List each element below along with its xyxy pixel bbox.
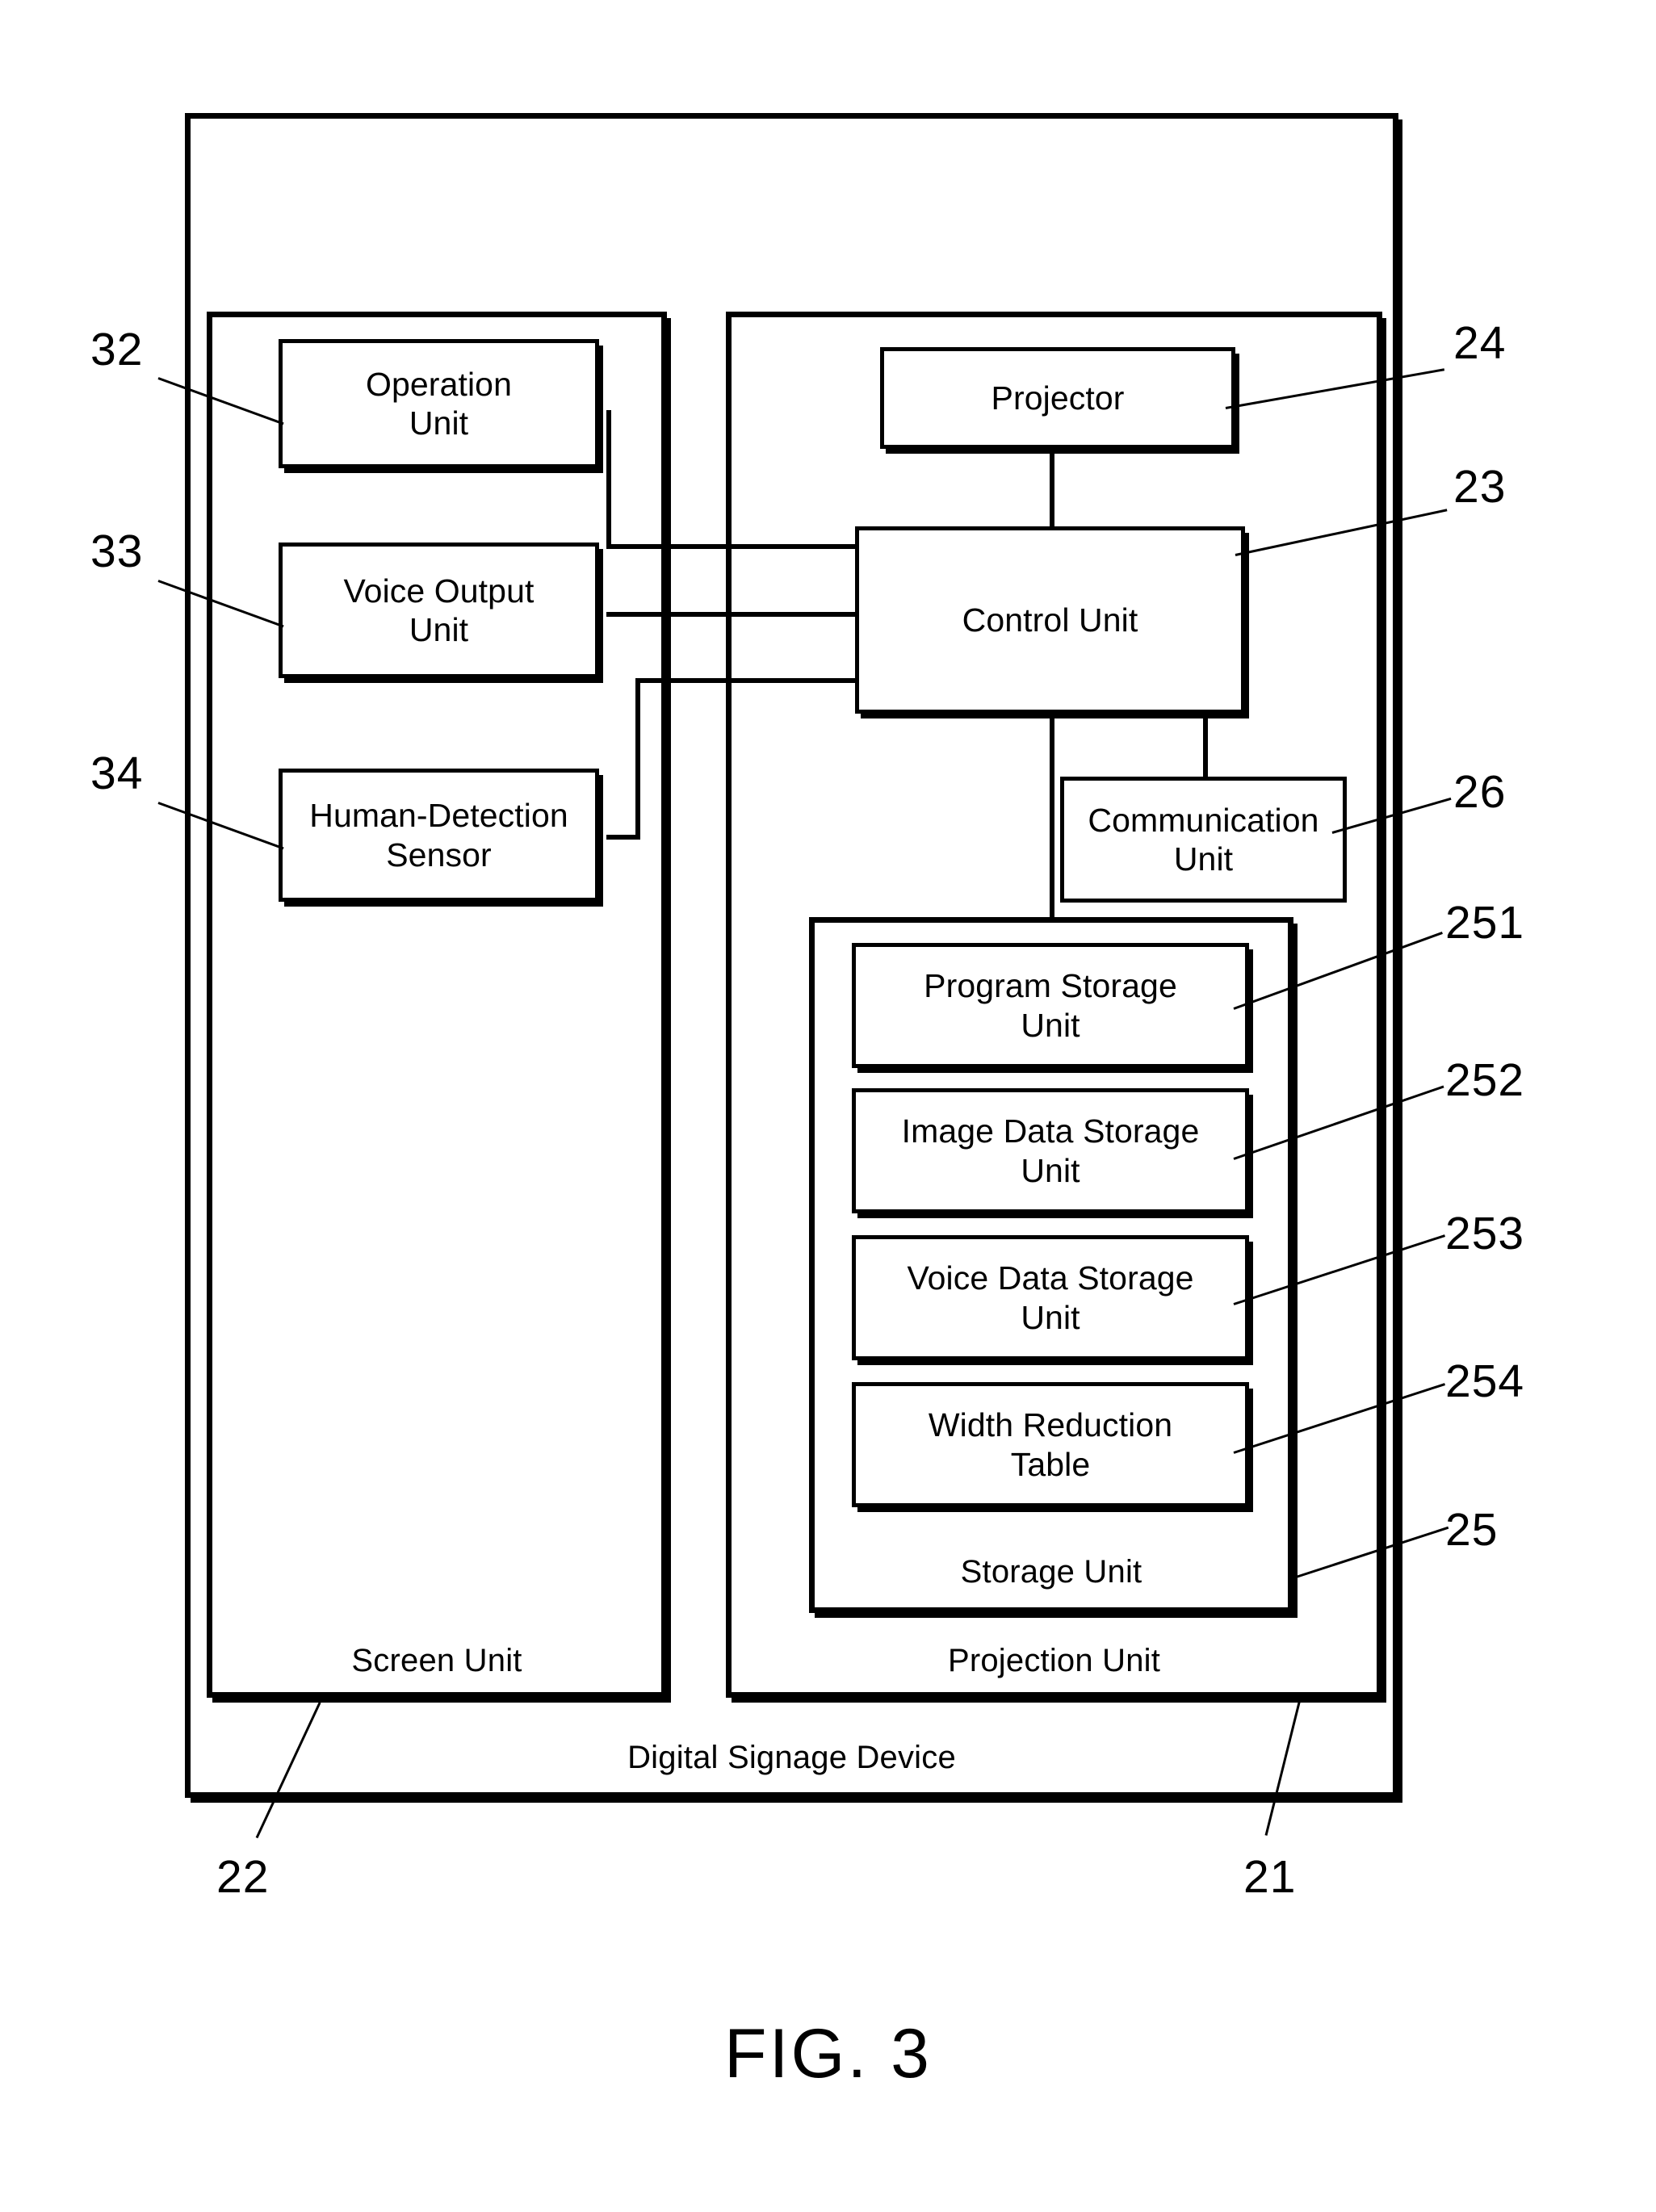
projector-box: Projector: [880, 347, 1235, 449]
human-detection-sensor-box: Human-Detection Sensor: [279, 769, 599, 902]
operation-unit-box: Operation Unit: [279, 339, 599, 468]
reference-numeral-24: 24: [1453, 317, 1507, 369]
reference-numeral-21: 21: [1243, 1851, 1297, 1903]
voice-output-unit-label-line2: Unit: [409, 611, 469, 648]
figure-caption: FIG. 3: [724, 2015, 932, 2093]
wire-control-unit-to-storage-unit: [1050, 714, 1054, 917]
reference-numeral-32: 32: [90, 324, 144, 375]
communication-unit-label-line1: Communication: [1088, 801, 1319, 839]
screen-unit-label: Screen Unit: [351, 1643, 522, 1678]
wire-human-detection-sensor-horizontal: [635, 678, 859, 683]
voice-data-storage-unit-box: Voice Data Storage Unit: [852, 1235, 1249, 1360]
digital-signage-device-label: Digital Signage Device: [627, 1740, 956, 1775]
reference-numeral-253: 253: [1445, 1208, 1525, 1259]
reference-numeral-254: 254: [1445, 1355, 1525, 1407]
projector-label: Projector: [991, 379, 1125, 417]
program-storage-unit-label-line2: Unit: [1021, 1006, 1080, 1044]
reference-numeral-25: 25: [1445, 1504, 1499, 1556]
reference-numeral-26: 26: [1453, 766, 1507, 818]
reference-numeral-33: 33: [90, 526, 144, 577]
wire-human-detection-sensor-vertical: [635, 678, 640, 840]
image-data-storage-unit-label-line2: Unit: [1021, 1151, 1080, 1189]
width-reduction-table-box: Width Reduction Table: [852, 1382, 1249, 1507]
reference-numeral-23: 23: [1453, 461, 1507, 513]
operation-unit-label-line2: Unit: [409, 404, 469, 442]
width-reduction-table-label-line2: Table: [1010, 1445, 1091, 1483]
wire-operation-unit-vertical: [606, 410, 611, 549]
patent-figure-3: 2 Digital Signage Device Screen Unit Pro…: [0, 0, 1656, 2212]
communication-unit-box: Communication Unit: [1060, 777, 1347, 903]
voice-output-unit-label-line1: Voice Output: [343, 572, 535, 610]
image-data-storage-unit-label-line1: Image Data Storage: [901, 1112, 1200, 1150]
program-storage-unit-label-line1: Program Storage: [924, 967, 1177, 1005]
program-storage-unit-box: Program Storage Unit: [852, 943, 1249, 1068]
wire-voice-output-unit-horizontal: [606, 612, 859, 617]
image-data-storage-unit-box: Image Data Storage Unit: [852, 1088, 1249, 1213]
voice-output-unit-box: Voice Output Unit: [279, 543, 599, 678]
screen-unit-panel: [207, 312, 667, 1698]
reference-numeral-251: 251: [1445, 897, 1525, 949]
control-unit-box: Control Unit: [855, 526, 1245, 714]
voice-data-storage-unit-label-line1: Voice Data Storage: [907, 1259, 1194, 1297]
reference-numeral-22: 22: [216, 1851, 270, 1903]
wire-control-unit-to-communication-unit: [1203, 714, 1208, 778]
communication-unit-label-line2: Unit: [1173, 840, 1234, 878]
storage-unit-label: Storage Unit: [960, 1554, 1142, 1590]
width-reduction-table-label-line1: Width Reduction: [928, 1406, 1173, 1444]
human-detection-sensor-label-line2: Sensor: [386, 836, 492, 873]
human-detection-sensor-label-line1: Human-Detection: [309, 797, 568, 835]
wire-operation-unit-horizontal: [606, 544, 859, 549]
control-unit-label: Control Unit: [962, 601, 1138, 639]
projection-unit-label: Projection Unit: [947, 1643, 1161, 1678]
reference-numeral-34: 34: [90, 748, 144, 799]
voice-data-storage-unit-label-line2: Unit: [1021, 1298, 1080, 1336]
operation-unit-label-line1: Operation: [366, 365, 512, 403]
reference-numeral-252: 252: [1445, 1054, 1525, 1106]
